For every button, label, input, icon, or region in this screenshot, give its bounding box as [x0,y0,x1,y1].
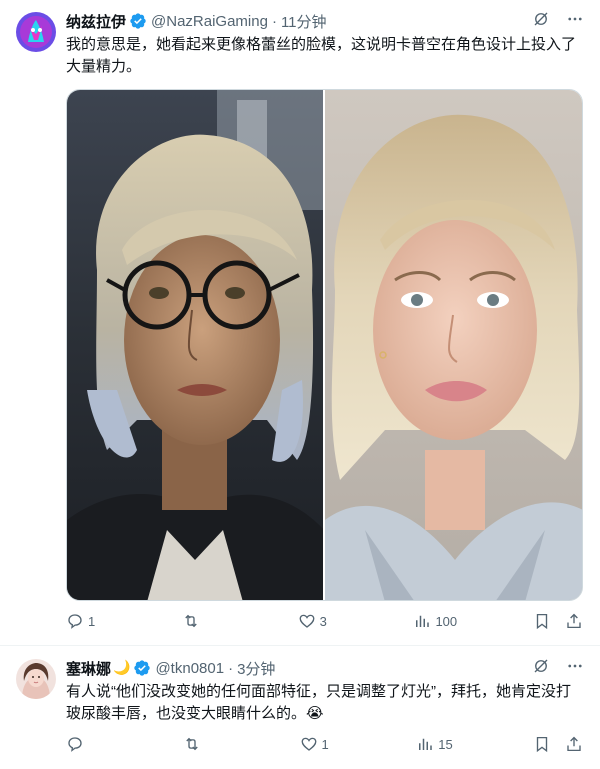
retweet-icon [185,614,197,628]
reply-icon [68,737,82,752]
grok-icon[interactable] [532,10,550,28]
like-action[interactable]: 1 [300,735,340,753]
reply-icon [68,614,82,629]
header-actions [532,10,584,28]
timestamp[interactable]: 3分钟 [237,658,275,679]
views-action[interactable]: 15 [416,735,456,753]
verified-badge-icon [134,660,151,676]
separator-dot: · [271,12,277,30]
moon-emoji-icon: 🌙 [113,660,131,676]
tweet-body: 塞琳娜 🌙 @tkn0801 · 3分钟 有人说“他们没改变她的任何面部特征，只… [66,657,584,725]
media-image-face-model[interactable] [325,90,582,600]
tweet-1[interactable]: 纳兹拉伊 @NazRaiGaming · 11分钟 我的意思是，她看起来更像格蕾… [0,0,600,646]
retweet-icon [186,737,198,751]
reply-action[interactable]: 1 [66,612,106,630]
handle[interactable]: @tkn0801 [155,660,224,677]
reply-count: 1 [88,613,96,629]
more-options-icon[interactable] [566,10,584,28]
like-count: 1 [321,736,329,752]
tweet-text: 有人说“他们没改变她的任何面部特征，只是调整了灯光”，拜托，她肯定没打玻尿酸丰唇… [66,683,571,722]
bookmark-icon[interactable] [533,612,551,630]
grok-icon[interactable] [532,657,550,675]
display-name[interactable]: 纳兹拉伊 [66,11,126,32]
face-model-photo [325,90,582,600]
reply-action[interactable] [66,735,106,753]
tweet-text: 我的意思是，她看起来更像格蕾丝的脸模，这说明卡普空在角色设计上投入了大量精力。 [66,36,577,75]
like-count: 3 [319,613,327,629]
separator-dot: · [228,659,234,677]
tweet-header: 纳兹拉伊 @NazRaiGaming · 11分钟 [66,10,584,32]
game-character-image [67,90,323,600]
share-group [533,612,583,630]
verified-badge-icon [130,13,146,29]
views-count: 15 [438,736,453,752]
like-heart-icon [301,737,316,751]
share-icon[interactable] [565,735,583,753]
tweet-body: 纳兹拉伊 @NazRaiGaming · 11分钟 我的意思是，她看起来更像格蕾… [66,10,584,78]
views-chart-icon [416,615,430,627]
handle[interactable]: @NazRaiGaming [151,13,268,30]
like-action[interactable]: 3 [298,612,338,630]
header-actions [532,657,584,675]
share-icon[interactable] [565,612,583,630]
views-action[interactable]: 100 [413,612,457,630]
media-image-game-character[interactable] [67,90,323,600]
tweet-header: 塞琳娜 🌙 @tkn0801 · 3分钟 [66,657,584,679]
avatar[interactable] [16,12,56,52]
views-count: 100 [435,613,458,629]
tweet-actions: 1 3 100 [66,612,583,630]
like-heart-icon [299,614,315,628]
timestamp[interactable]: 11分钟 [281,11,327,32]
bookmark-icon[interactable] [533,735,551,753]
tweet-actions: 1 15 [66,735,583,753]
views-chart-icon [419,738,432,750]
retweet-action[interactable] [182,612,222,630]
display-name[interactable]: 塞琳娜 [66,658,111,679]
tweet-2[interactable]: 塞琳娜 🌙 @tkn0801 · 3分钟 有人说“他们没改变她的任何面部特征，只… [0,647,600,769]
share-group [533,735,583,753]
more-options-icon[interactable] [566,657,584,675]
avatar[interactable] [16,659,56,699]
retweet-action[interactable] [183,735,223,753]
media-grid[interactable] [66,89,583,601]
